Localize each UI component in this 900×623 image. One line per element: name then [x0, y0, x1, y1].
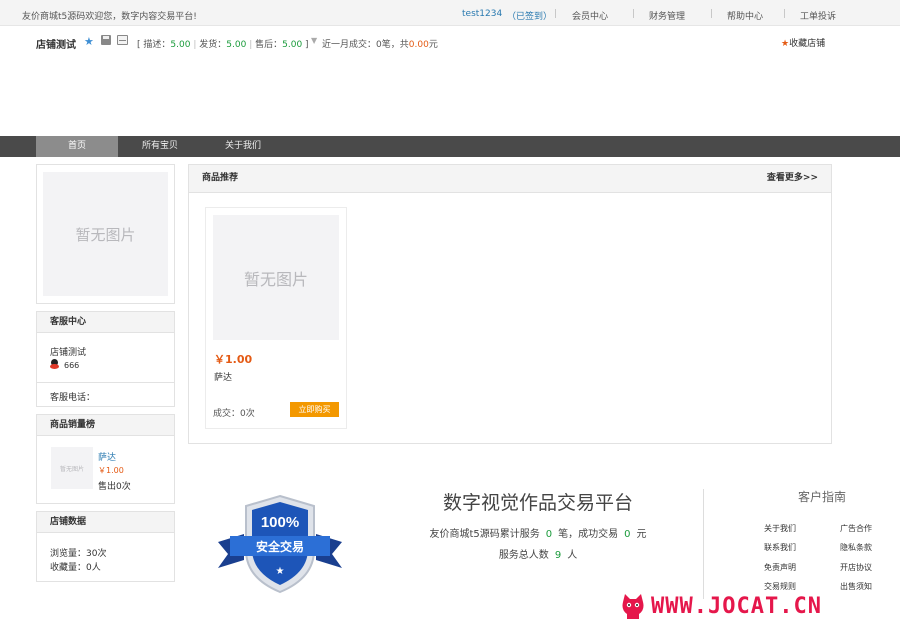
signed-in-status[interactable]: （已签到）: [507, 9, 552, 22]
watermark: WWW.JOCAT.CN: [619, 592, 891, 620]
sales-rank-title: 商品销量榜: [37, 415, 174, 436]
buy-now-button[interactable]: 立即购买: [290, 402, 339, 417]
product-name[interactable]: 萨达: [214, 370, 232, 383]
product-sold-count: 成交：0次: [213, 409, 255, 419]
shop-name: 店铺测试: [36, 40, 76, 51]
nav-all-items[interactable]: 所有宝贝: [118, 136, 202, 157]
complaint-link[interactable]: 工单投诉: [800, 9, 836, 22]
shop-stats-box: 店铺数据 浏览量：30次 收藏量：0人: [36, 511, 175, 582]
service-title: 客服中心: [37, 312, 174, 333]
footer-link-about[interactable]: 关于我们: [764, 523, 796, 534]
welcome-text: 友价商城t5源码欢迎您，数字内容交易平台!: [22, 12, 197, 22]
users-count: 9: [554, 550, 562, 561]
nav-about-us[interactable]: 关于我们: [202, 136, 284, 157]
footer-link-sell-notice[interactable]: 出售须知: [840, 581, 872, 592]
divider: [37, 382, 174, 383]
footer-link-trade-rules[interactable]: 交易规则: [764, 581, 796, 592]
footer-link-shop-agreement[interactable]: 开店协议: [840, 562, 872, 573]
footer-link-disclaimer[interactable]: 免责声明: [764, 562, 796, 573]
username-link[interactable]: test1234: [462, 9, 502, 19]
favorite-shop-button[interactable]: ★收藏店铺: [781, 36, 825, 49]
message-icon[interactable]: [117, 35, 128, 45]
shop-stats-title: 店铺数据: [37, 512, 174, 533]
rank-item-sold: 售出0次: [98, 482, 131, 492]
watermark-text: WWW.JOCAT.CN: [651, 594, 822, 619]
shop-logo-placeholder: 暂无图片: [43, 172, 168, 296]
customer-service-box: 客服中心 店铺测试 666 客服电话：: [36, 311, 175, 407]
favorites-count: 收藏量：0人: [50, 563, 101, 573]
product-image-placeholder[interactable]: 暂无图片: [213, 215, 339, 340]
divider: |: [783, 9, 787, 19]
shop-ratings: [ 描述：5.00 | 发货：5.00 | 售后：5.00 ]: [137, 40, 309, 50]
shop-nav: 首页 所有宝贝 关于我们: [0, 136, 900, 157]
customer-guide-title: 客户指南: [798, 490, 847, 504]
shop-logo-box: 暂无图片: [36, 164, 175, 304]
footer-link-contact[interactable]: 联系我们: [764, 542, 796, 553]
finance-link[interactable]: 财务管理: [649, 9, 685, 22]
divider: |: [554, 9, 558, 19]
top-bar: 友价商城t5源码欢迎您，数字内容交易平台! test1234 （已签到） | 会…: [0, 0, 900, 26]
rank-item-name[interactable]: 萨达: [98, 450, 116, 463]
platform-stats: 友价商城t5源码累计服务 0 笔，成功交易 0 元: [429, 529, 647, 540]
month-sales: 近一月成交：0笔，共0.00元: [322, 40, 438, 50]
member-center-link[interactable]: 会员中心: [572, 9, 608, 22]
view-more-link[interactable]: 查看更多>>: [767, 165, 818, 191]
footer-link-ads[interactable]: 广告合作: [840, 523, 872, 534]
star-icon: ★: [781, 39, 790, 49]
badge-text: 安全交易: [256, 539, 304, 554]
cat-icon: [622, 594, 644, 619]
rank-item-price: ￥1.00: [98, 466, 124, 475]
product-card[interactable]: 暂无图片 ￥1.00 萨达 成交：0次 立即购买: [205, 207, 347, 429]
help-center-link[interactable]: 帮助中心: [727, 9, 763, 22]
orders-count: 0: [545, 529, 553, 540]
badge-percent: 100%: [261, 514, 299, 531]
recommended-products-panel: 商品推荐 查看更多>> 暂无图片 ￥1.00 萨达 成交：0次 立即购买: [188, 164, 832, 444]
service-phone-label: 客服电话：: [50, 393, 96, 403]
after-sale-score: 5.00: [282, 40, 303, 50]
divider: |: [710, 9, 714, 19]
desc-score: 5.00: [170, 40, 191, 50]
nav-home[interactable]: 首页: [36, 136, 118, 157]
footer-link-privacy[interactable]: 隐私条款: [840, 542, 872, 553]
qq-icon[interactable]: [50, 359, 59, 369]
success-amount: 0: [624, 529, 631, 540]
safe-trade-badge: 100% 安全交易 ★: [218, 494, 342, 594]
star-icon: ★: [276, 566, 285, 577]
rank-item-thumbnail[interactable]: 暂无图片: [51, 447, 93, 489]
shop-header: 店铺测试 ★ [ 描述：5.00 | 发货：5.00 | 售后：5.00 ] ▼…: [0, 26, 900, 136]
chevron-down-icon[interactable]: ▼: [311, 36, 317, 45]
save-icon[interactable]: [101, 35, 111, 45]
star-icon[interactable]: ★: [84, 35, 94, 48]
divider: [703, 489, 704, 599]
qq-number[interactable]: 666: [64, 361, 79, 370]
views-count: 浏览量：30次: [50, 549, 107, 559]
sales-rank-box: 商品销量榜 暂无图片 萨达 ￥1.00 售出0次: [36, 414, 175, 504]
service-shop-name: 店铺测试: [50, 348, 87, 358]
divider: |: [632, 9, 636, 19]
ship-score: 5.00: [226, 40, 247, 50]
platform-users: 服务总人数 9 人: [498, 550, 578, 561]
product-price: ￥1.00: [214, 353, 253, 366]
section-title: 商品推荐: [202, 173, 239, 183]
panel-header: 商品推荐 查看更多>>: [189, 165, 831, 193]
platform-title: 数字视觉作品交易平台: [442, 492, 633, 514]
